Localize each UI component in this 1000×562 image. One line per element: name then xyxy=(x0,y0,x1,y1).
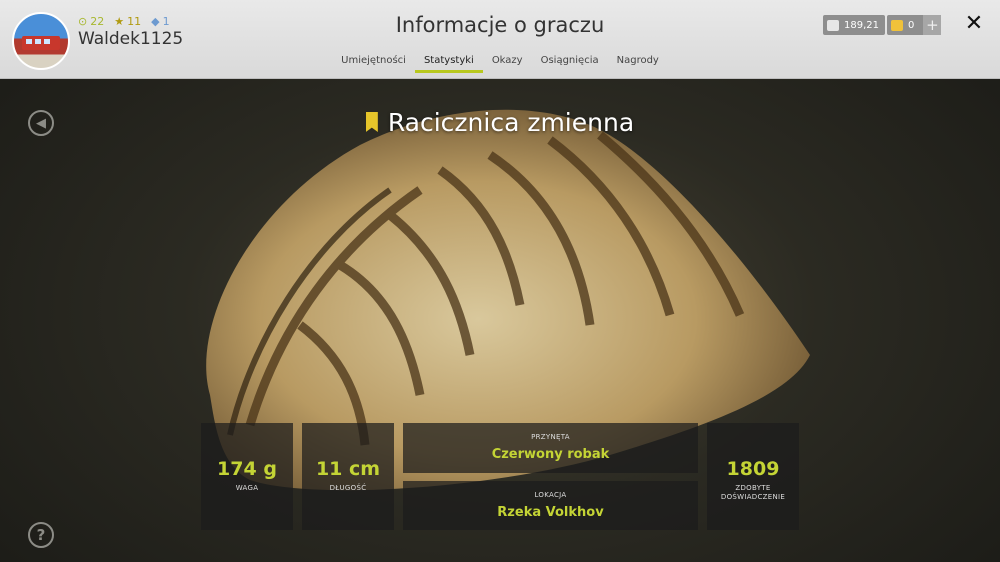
bookmark-icon xyxy=(365,112,378,132)
gold-balance: 0 + xyxy=(887,15,942,35)
add-gold-button[interactable]: + xyxy=(923,15,942,35)
silver-value: 189,21 xyxy=(844,19,879,31)
location-panel: LOKACJA Rzeka Volkhov xyxy=(403,481,698,530)
length-value: 11 cm xyxy=(315,458,381,480)
silver-coins-icon xyxy=(827,19,839,31)
avatar-window xyxy=(44,39,50,44)
experience-value: 1809 xyxy=(726,458,780,480)
location-label: LOKACJA xyxy=(534,491,567,499)
top-bar: ⊙ 22 ★ 11 ◆ 1 Waldek1125 Informacje o gr… xyxy=(0,0,1000,79)
experience-label: ZDOBYTE DOŚWIADCZENIE xyxy=(720,484,786,501)
location-value: Rzeka Volkhov xyxy=(497,505,604,520)
avatar-window xyxy=(35,39,41,44)
weight-value: 174 g xyxy=(217,458,277,480)
tab-statistics[interactable]: Statystyki xyxy=(414,55,483,73)
help-icon[interactable]: ? xyxy=(28,522,54,548)
weight-label: WAGA xyxy=(235,484,259,492)
bait-panel: PRZYNĘTA Czerwony robak xyxy=(403,423,698,473)
close-icon[interactable]: ✕ xyxy=(962,12,986,36)
bait-label: PRZYNĘTA xyxy=(531,433,570,441)
tab-skills[interactable]: Umiejętności xyxy=(332,55,415,73)
length-label: DŁUGOŚĆ xyxy=(329,484,367,492)
silver-balance: 189,21 xyxy=(823,15,885,35)
gold-value: 0 xyxy=(908,19,915,31)
tab-bar: Umiejętności Statystyki Okazy Osiągnięci… xyxy=(0,55,1000,73)
trophy-title: Racicznica zmienna xyxy=(0,108,1000,137)
tab-rewards[interactable]: Nagrody xyxy=(608,55,668,73)
avatar-window xyxy=(26,39,32,44)
weight-panel: 174 g WAGA xyxy=(201,423,293,530)
length-panel: 11 cm DŁUGOŚĆ xyxy=(302,423,394,530)
tab-achievements[interactable]: Osiągnięcia xyxy=(532,55,608,73)
experience-panel: 1809 ZDOBYTE DOŚWIADCZENIE xyxy=(707,423,799,530)
gold-coins-icon xyxy=(891,19,903,31)
bait-value: Czerwony robak xyxy=(491,447,610,462)
trophy-name: Racicznica zmienna xyxy=(387,108,635,137)
tab-trophies[interactable]: Okazy xyxy=(483,55,532,73)
